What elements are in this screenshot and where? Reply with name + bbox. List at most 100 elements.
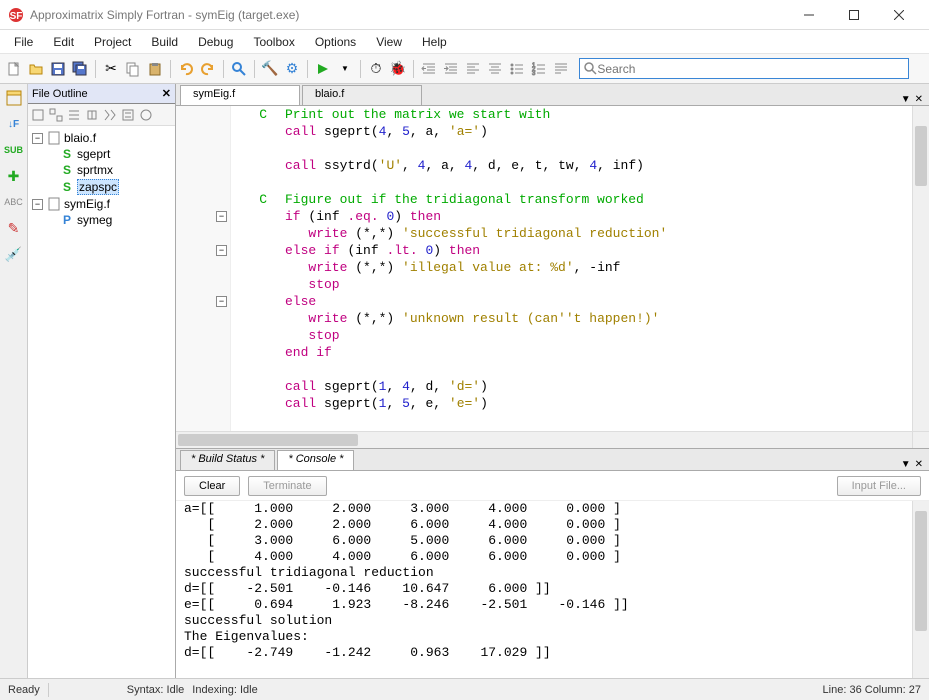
menu-debug[interactable]: Debug <box>188 32 243 52</box>
abc-panel-icon[interactable]: ABC <box>4 192 24 212</box>
minimize-button[interactable] <box>786 0 831 30</box>
tree-sub-symeg[interactable]: P symeg <box>30 212 173 228</box>
status-bar: Ready Syntax: Idle Indexing: Idle Line: … <box>0 678 929 700</box>
close-button[interactable] <box>876 0 921 30</box>
tab-console[interactable]: * Console * <box>277 450 354 470</box>
fold-marker[interactable]: − <box>216 245 227 256</box>
title-bar: SF Approximatrix Simply Fortran - symEig… <box>0 0 929 30</box>
svg-text:SF: SF <box>10 11 23 22</box>
menu-build[interactable]: Build <box>141 32 188 52</box>
tab-build-status[interactable]: * Build Status * <box>180 450 275 470</box>
console-scrollbar[interactable] <box>912 501 929 678</box>
timer-icon[interactable]: ⏱ <box>366 59 386 79</box>
save-icon[interactable] <box>48 59 68 79</box>
fold-marker[interactable]: − <box>216 211 227 222</box>
align-center-icon[interactable] <box>485 59 505 79</box>
fold-marker[interactable]: − <box>216 296 227 307</box>
new-file-icon[interactable] <box>4 59 24 79</box>
bottom-panel: * Build Status * * Console * ▼ ✕ Clear T… <box>176 448 929 678</box>
bottom-tabs-close-icon[interactable]: ✕ <box>915 459 923 470</box>
search-icon[interactable] <box>229 59 249 79</box>
tree-collapse-icon[interactable]: − <box>32 133 43 144</box>
menu-help[interactable]: Help <box>412 32 457 52</box>
status-ready: Ready <box>8 684 40 696</box>
project-panel-icon[interactable] <box>4 88 24 108</box>
copy-icon[interactable] <box>123 59 143 79</box>
outline-tool-2[interactable] <box>48 107 64 123</box>
build-icon[interactable]: 🔨 <box>260 59 280 79</box>
list-icon[interactable] <box>507 59 527 79</box>
run-icon[interactable] <box>313 59 333 79</box>
outline-tool-6[interactable] <box>120 107 136 123</box>
tree-sub-sprtmx[interactable]: S sprtmx <box>30 162 173 178</box>
outline-close-icon[interactable]: ✕ <box>162 87 171 100</box>
outline-tool-7[interactable] <box>138 107 154 123</box>
search-box[interactable] <box>579 58 909 79</box>
redo-icon[interactable] <box>198 59 218 79</box>
horizontal-scrollbar[interactable] <box>176 431 929 448</box>
run-dropdown-icon[interactable]: ▼ <box>335 59 355 79</box>
outline-tree: − blaio.f S sgeprt S sprtmx S zapspc − s… <box>28 126 175 678</box>
indent-left-icon[interactable] <box>419 59 439 79</box>
tree-label: zapspc <box>77 179 119 195</box>
file-icon <box>47 197 61 211</box>
menu-options[interactable]: Options <box>305 32 366 52</box>
save-all-icon[interactable] <box>70 59 90 79</box>
outline-tool-4[interactable] <box>84 107 100 123</box>
editor-tab-symeig[interactable]: symEig.f <box>180 85 300 105</box>
tree-label: symeg <box>77 213 112 227</box>
input-file-button[interactable]: Input File... <box>837 476 921 496</box>
align-left-icon[interactable] <box>463 59 483 79</box>
subroutine-icon: S <box>60 180 74 194</box>
tree-label: sgeprt <box>77 147 110 161</box>
code-editor[interactable]: − − − CPrint out the matrix we start wit… <box>176 106 929 431</box>
tree-sub-sgeprt[interactable]: S sgeprt <box>30 146 173 162</box>
modules-panel-icon[interactable]: ✚ <box>4 166 24 186</box>
menu-view[interactable]: View <box>366 32 412 52</box>
menu-edit[interactable]: Edit <box>43 32 84 52</box>
clear-button[interactable]: Clear <box>184 476 240 496</box>
file-icon <box>47 131 61 145</box>
search-input[interactable] <box>597 62 904 76</box>
sub-panel-icon[interactable]: SUB <box>4 140 24 160</box>
status-position: Line: 36 Column: 27 <box>823 684 921 696</box>
menu-file[interactable]: File <box>4 32 43 52</box>
pencil-panel-icon[interactable]: ✎ <box>4 218 24 238</box>
outline-panel-icon[interactable]: ↓F <box>4 114 24 134</box>
tree-sub-zapspc[interactable]: S zapspc <box>30 178 173 196</box>
editor-tab-blaio[interactable]: blaio.f <box>302 85 422 105</box>
comment-icon[interactable] <box>551 59 571 79</box>
undo-icon[interactable] <box>176 59 196 79</box>
main-toolbar: ✂ 🔨 ⚙ ▼ ⏱ 🐞 123 <box>0 54 929 84</box>
outline-toolbar <box>28 104 175 126</box>
paste-icon[interactable] <box>145 59 165 79</box>
program-icon: P <box>60 213 74 227</box>
open-folder-icon[interactable] <box>26 59 46 79</box>
tree-file-symeig[interactable]: − symEig.f <box>30 196 173 212</box>
numbered-list-icon[interactable]: 123 <box>529 59 549 79</box>
bottom-tabs-dropdown-icon[interactable]: ▼ <box>901 459 911 470</box>
outline-tool-1[interactable] <box>30 107 46 123</box>
tabs-dropdown-icon[interactable]: ▼ <box>901 94 911 105</box>
menu-toolbox[interactable]: Toolbox <box>243 32 304 52</box>
code-content[interactable]: CPrint out the matrix we start with call… <box>231 106 912 431</box>
tree-collapse-icon[interactable]: − <box>32 199 43 210</box>
indent-right-icon[interactable] <box>441 59 461 79</box>
terminate-button[interactable]: Terminate <box>248 476 326 496</box>
tree-file-blaio[interactable]: − blaio.f <box>30 130 173 146</box>
tabs-close-icon[interactable]: ✕ <box>915 94 923 105</box>
svg-text:3: 3 <box>532 71 536 77</box>
bug-icon[interactable]: 🐞 <box>388 59 408 79</box>
tree-label: blaio.f <box>64 131 96 145</box>
status-indexing: Indexing: Idle <box>192 684 257 696</box>
cut-icon[interactable]: ✂ <box>101 59 121 79</box>
maximize-button[interactable] <box>831 0 876 30</box>
app-icon: SF <box>8 7 24 23</box>
menu-project[interactable]: Project <box>84 32 141 52</box>
outline-tool-5[interactable] <box>102 107 118 123</box>
vertical-scrollbar[interactable] <box>912 106 929 431</box>
outline-tool-3[interactable] <box>66 107 82 123</box>
settings-icon[interactable]: ⚙ <box>282 59 302 79</box>
editor-tab-bar: symEig.f blaio.f ▼ ✕ <box>176 84 929 106</box>
eyedropper-panel-icon[interactable]: 💉 <box>4 244 24 264</box>
